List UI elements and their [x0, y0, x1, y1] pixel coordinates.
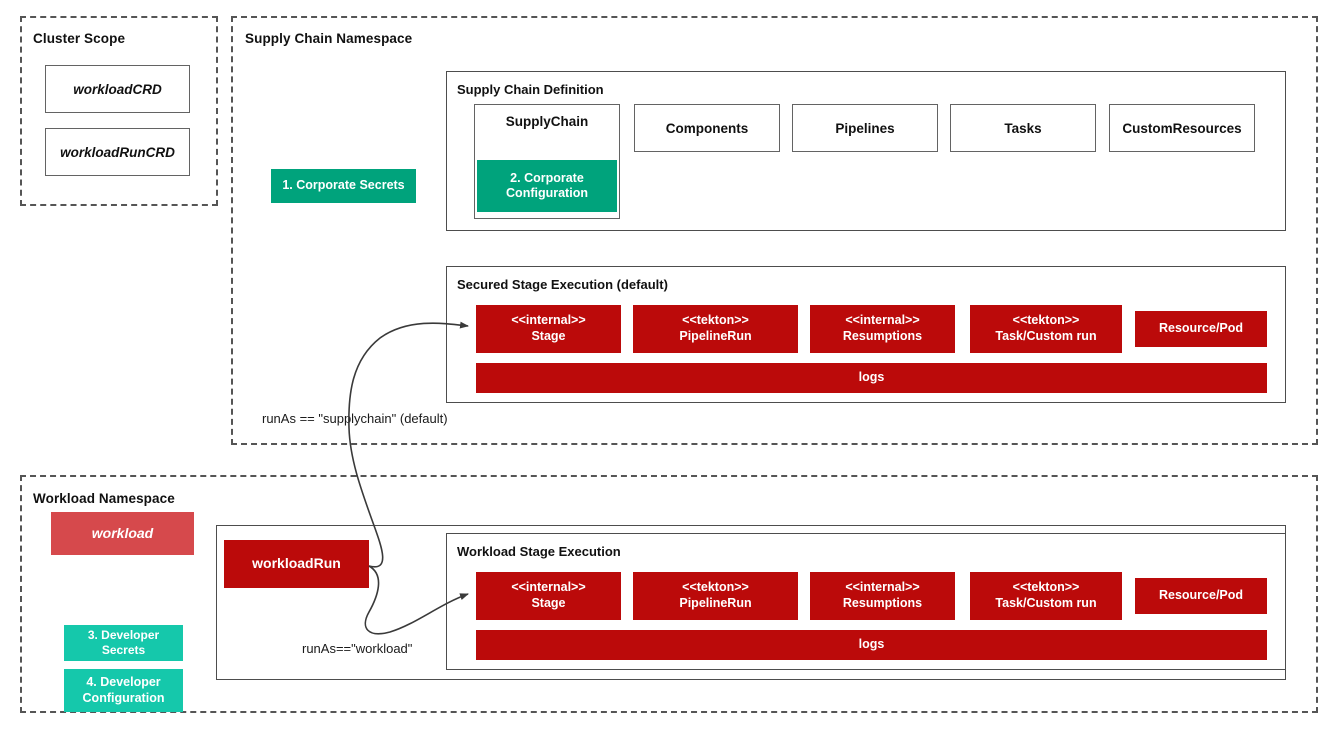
workload-stage-resource-pod: Resource/Pod: [1135, 578, 1267, 614]
cluster-scope-title: Cluster Scope: [33, 31, 126, 46]
secured-stage-internal-resumptions-line1: <<internal>>: [845, 313, 920, 328]
workload-stage-tekton-pipelinerun: <<tekton>> PipelineRun: [633, 572, 798, 620]
secured-stage-internal-stage-line1: <<internal>>: [511, 313, 586, 328]
corporate-secrets-box: 1. Corporate Secrets: [271, 169, 416, 203]
secured-stage-resource-pod-label: Resource/Pod: [1158, 321, 1244, 336]
workload-stage-execution-title: Workload Stage Execution: [457, 544, 621, 559]
workload-stage-tekton-task-custom-run-line2: Task/Custom run: [995, 596, 1097, 610]
workload-stage-tekton-task-custom-run: <<tekton>> Task/Custom run: [970, 572, 1122, 620]
developer-configuration-line2: Configuration: [82, 690, 165, 705]
secured-stage-tekton-task-custom-run: <<tekton>> Task/Custom run: [970, 305, 1122, 353]
secured-stage-internal-resumptions-line2: Resumptions: [842, 329, 923, 343]
secured-stage-tekton-pipelinerun-line1: <<tekton>>: [682, 313, 749, 328]
corporate-configuration-line2: Configuration: [506, 186, 588, 200]
workload-stage-internal-resumptions: <<internal>> Resumptions: [810, 572, 955, 620]
workload-stage-internal-resumptions-line2: Resumptions: [842, 596, 923, 610]
developer-configuration-box: 4. Developer Configuration: [64, 669, 183, 712]
secured-stage-resource-pod: Resource/Pod: [1135, 311, 1267, 347]
corporate-configuration-box: 2. Corporate Configuration: [477, 160, 617, 212]
workload-stage-internal-resumptions-line1: <<internal>>: [845, 580, 920, 595]
workload-crd-box: workloadCRD: [45, 65, 190, 113]
workload-box: workload: [51, 512, 194, 555]
workload-stage-tekton-task-custom-run-line1: <<tekton>>: [1012, 580, 1080, 595]
runas-supplychain-label: runAs == "supplychain" (default): [260, 411, 450, 426]
supply-chain-namespace-title: Supply Chain Namespace: [245, 31, 413, 46]
workload-stage-tekton-pipelinerun-line1: <<tekton>>: [682, 580, 749, 595]
workload-stage-internal-stage-line2: Stage: [531, 596, 566, 610]
secured-stage-internal-stage-line2: Stage: [531, 329, 566, 343]
components-box: Components: [634, 104, 780, 152]
developer-configuration-line1: 4. Developer: [86, 675, 161, 690]
diagram-canvas: Cluster Scope workloadCRD workloadRunCRD…: [0, 0, 1343, 744]
secured-stage-tekton-task-custom-run-line2: Task/Custom run: [995, 329, 1097, 343]
custom-resources-box: CustomResources: [1109, 104, 1255, 152]
workload-stage-tekton-pipelinerun-line2: PipelineRun: [679, 596, 752, 610]
supply-chain-definition-title: Supply Chain Definition: [457, 82, 604, 97]
secured-stage-execution-title: Secured Stage Execution (default): [457, 277, 668, 292]
workload-stage-internal-stage-line1: <<internal>>: [511, 580, 586, 595]
workload-run-crd-box: workloadRunCRD: [45, 128, 190, 176]
corporate-configuration-line1: 2. Corporate: [510, 170, 584, 185]
workload-namespace-title: Workload Namespace: [33, 491, 175, 506]
secured-stage-tekton-task-custom-run-line1: <<tekton>>: [1012, 313, 1080, 328]
secured-stage-internal-stage: <<internal>> Stage: [476, 305, 621, 353]
workload-stage-logs-bar: logs: [476, 630, 1267, 660]
supplychain-box: SupplyChain 2. Corporate Configuration: [474, 104, 620, 219]
runas-workload-label: runAs=="workload": [300, 641, 415, 656]
workload-run-box: workloadRun: [224, 540, 369, 588]
developer-secrets-box: 3. Developer Secrets: [64, 625, 183, 661]
workload-stage-resource-pod-label: Resource/Pod: [1158, 588, 1244, 603]
supplychain-label: SupplyChain: [505, 114, 589, 129]
tasks-box: Tasks: [950, 104, 1096, 152]
workload-stage-internal-stage: <<internal>> Stage: [476, 572, 621, 620]
secured-stage-logs-bar: logs: [476, 363, 1267, 393]
secured-stage-internal-resumptions: <<internal>> Resumptions: [810, 305, 955, 353]
secured-stage-tekton-pipelinerun: <<tekton>> PipelineRun: [633, 305, 798, 353]
secured-stage-tekton-pipelinerun-line2: PipelineRun: [679, 329, 752, 343]
pipelines-box: Pipelines: [792, 104, 938, 152]
